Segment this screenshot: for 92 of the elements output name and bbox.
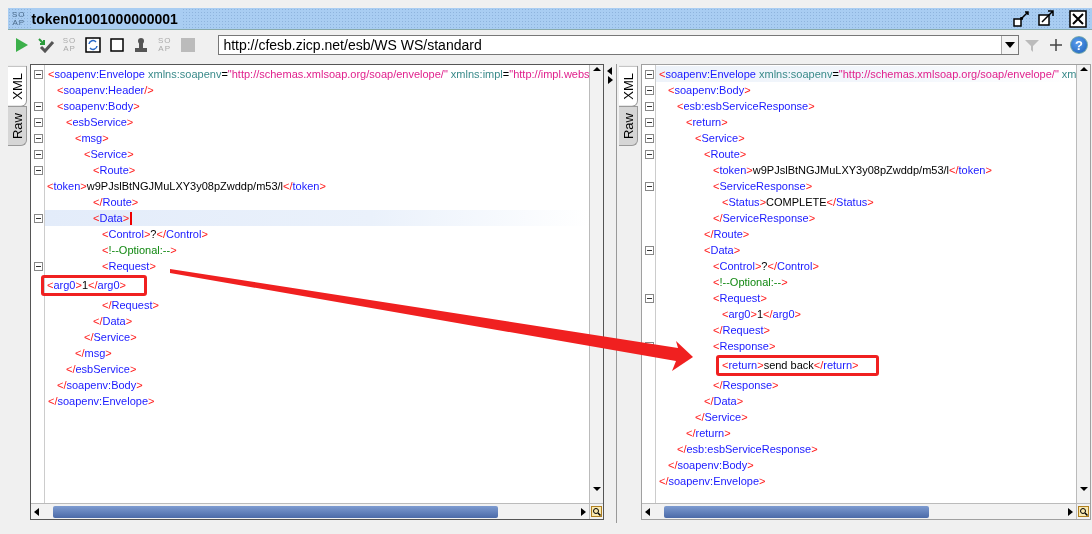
scroll-up-icon[interactable] [1078, 65, 1089, 73]
xml-line: <Request> [102, 259, 156, 274]
horizontal-scrollbar[interactable] [31, 503, 589, 519]
xml-line: </Data> [93, 314, 133, 329]
collapse-icon[interactable] [33, 69, 43, 79]
vertical-scrollbar[interactable] [1076, 65, 1090, 503]
collapse-icon[interactable] [644, 69, 654, 79]
collapse-icon[interactable] [644, 149, 654, 159]
zoom-icon[interactable] [1078, 506, 1089, 517]
editor-tab[interactable]: Raw [619, 105, 638, 146]
collapse-icon[interactable] [33, 165, 43, 175]
xml-line: </return> [686, 426, 731, 441]
scroll-up-icon[interactable] [591, 65, 602, 73]
xml-line: <soapenv:Body> [668, 83, 751, 98]
scroll-thumb[interactable] [664, 505, 929, 518]
refresh-icon[interactable] [83, 35, 104, 55]
xml-line: <esbService> [66, 115, 134, 130]
collapse-icon[interactable] [33, 101, 43, 111]
xml-line: <!--Optional:--> [102, 243, 177, 258]
xml-line: </Response> [713, 378, 779, 393]
xml-line: <Control>?</Control> [713, 259, 819, 274]
collapse-icon[interactable] [644, 133, 654, 143]
restore-icon[interactable] [1012, 9, 1032, 28]
editor-tab[interactable]: XML [619, 66, 638, 107]
xml-editor[interactable] [641, 64, 1091, 520]
xml-line: </Request> [713, 323, 770, 338]
xml-line: <soapenv:Body> [57, 99, 140, 114]
xml-line: <Service> [695, 131, 745, 146]
collapse-icon[interactable] [33, 133, 43, 143]
collapse-icon[interactable] [33, 213, 43, 223]
collapse-icon[interactable] [33, 117, 43, 127]
xml-line: <Route> [93, 163, 136, 178]
editor-tab[interactable]: Raw [8, 105, 27, 146]
editor-tab[interactable]: XML [8, 66, 27, 107]
xml-line: <soapenv:Header/> [57, 83, 154, 98]
soap-icon: SO AP [8, 10, 32, 27]
xml-line: </soapenv:Body> [57, 378, 143, 393]
collapse-icon[interactable] [33, 149, 43, 159]
dropdown-icon[interactable] [1004, 42, 1015, 48]
collapse-icon[interactable] [644, 101, 654, 111]
window-title: token01001000000001 [31, 8, 182, 29]
xml-line: </Route> [93, 195, 139, 210]
close-icon[interactable] [1068, 9, 1088, 28]
xml-line: </Service> [695, 410, 748, 425]
url-combo-box[interactable]: http://cfesb.zicp.net/esb/WS WS/standard [218, 35, 1019, 55]
xml-line: <token>w9PJslBtNGJMuLXY3y08pZwddp/m53/l</token> [47, 179, 326, 194]
scroll-thumb[interactable] [53, 505, 498, 518]
collapse-icon[interactable] [644, 181, 654, 191]
xml-line: <Data> [93, 211, 130, 226]
xml-line: <token>w9PJslBtNGJMuLXY3y08pZwddp/m53/l</token> [713, 163, 992, 178]
xml-line: <soapenv:Envelope xmlns:soapenv="http://schemas.xmlsoap.org/soap/envelope/" xmlns:impl="http://impl.webs [48, 67, 589, 82]
xml-line: <!--Optional:--> [713, 275, 788, 290]
xml-line: </ServiceResponse> [713, 211, 816, 226]
xml-line: <return> [686, 115, 728, 130]
zoom-icon[interactable] [591, 506, 602, 517]
xml-line: <arg0>1</arg0> [722, 307, 801, 322]
xml-line: </Service> [84, 330, 137, 345]
xml-line: </msg> [75, 346, 112, 361]
xml-line: <Status>COMPLETE</Status> [722, 195, 874, 210]
xml-line: </soapenv:Envelope> [659, 474, 766, 489]
xml-line: <Control>?</Control> [102, 227, 208, 242]
horizontal-scrollbar[interactable] [642, 503, 1076, 519]
scroll-down-icon[interactable] [1078, 485, 1089, 493]
xml-line: </Route> [704, 227, 750, 242]
square-icon[interactable] [107, 35, 127, 55]
text-cursor [130, 211, 133, 225]
xml-line: <Request> [713, 291, 767, 306]
xml-line: </soapenv:Body> [668, 458, 754, 473]
xml-line: <Service> [84, 147, 134, 162]
xml-line: <esb:esbServiceResponse> [677, 99, 815, 114]
collapse-icon[interactable] [644, 293, 654, 303]
xml-line: <msg> [75, 131, 109, 146]
collapse-arrows-icon[interactable] [606, 66, 614, 84]
vertical-scrollbar[interactable] [589, 65, 603, 503]
collapse-icon[interactable] [644, 85, 654, 95]
xml-line: <Response> [713, 339, 776, 354]
xml-line: </Data> [704, 394, 744, 409]
xml-line: </esbService> [66, 362, 137, 377]
xml-line: </esb:esbServiceResponse> [677, 442, 818, 457]
xml-line: <soapenv:Envelope xmlns:soapenv="http://schemas.xmlsoap.org/soap/envelope/" xm [659, 67, 1076, 82]
xml-line: </Request> [102, 298, 159, 313]
xml-line: <Data> [704, 243, 741, 258]
check-icon[interactable] [35, 35, 56, 55]
maximize-icon[interactable] [1036, 9, 1056, 28]
xml-line: <ServiceResponse> [713, 179, 813, 194]
collapse-icon[interactable] [33, 261, 43, 271]
xml-line: <Route> [704, 147, 747, 162]
scroll-down-icon[interactable] [591, 485, 602, 493]
collapse-icon[interactable] [644, 117, 654, 127]
xml-line: </soapenv:Envelope> [48, 394, 155, 409]
xml-editor[interactable] [30, 64, 604, 520]
collapse-icon[interactable] [644, 245, 654, 255]
